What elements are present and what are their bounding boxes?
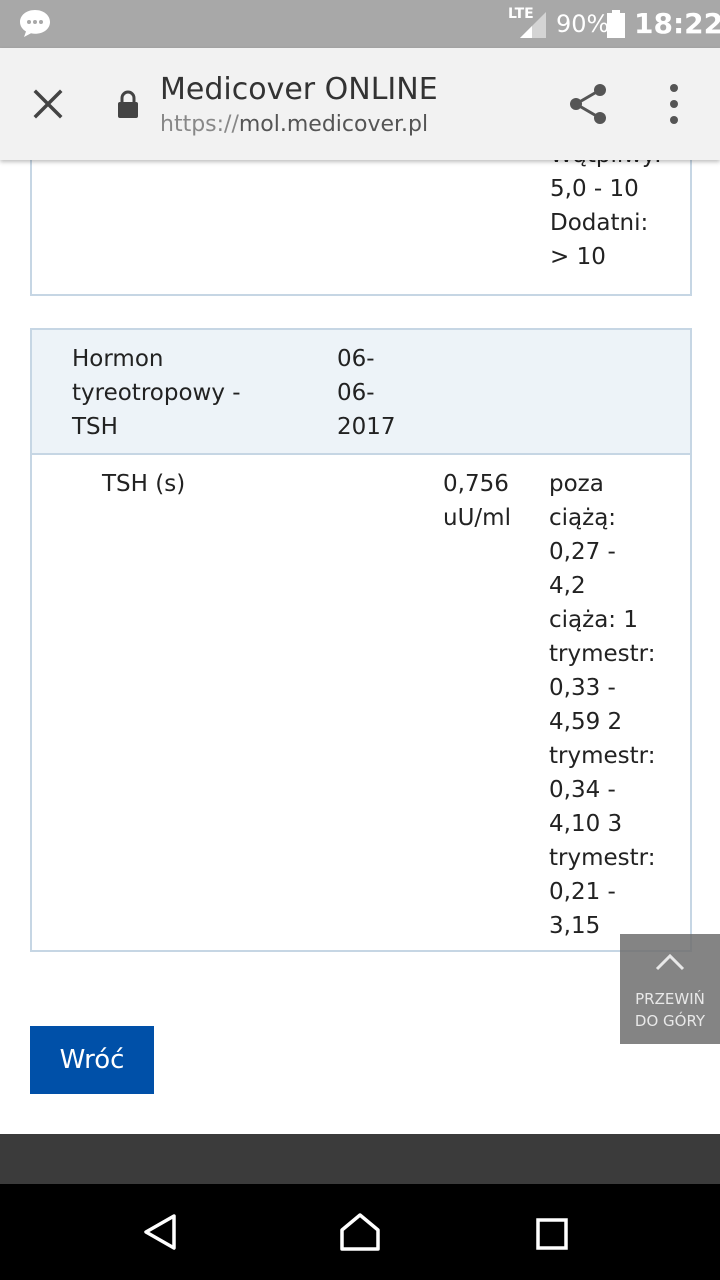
scroll-to-top-line: DO GÓRY	[634, 1012, 706, 1030]
scroll-to-top-label: PRZEWIŃ DO GÓRY	[620, 988, 720, 1032]
recent-apps-icon[interactable]	[536, 1218, 568, 1250]
reference-line: 4,10 3	[549, 811, 623, 837]
test-name-line: TSH	[72, 414, 118, 440]
battery-percent: 90%	[556, 10, 610, 38]
previous-result-card: Wątpliwy: 5,0 - 10 Dodatni: > 10	[30, 160, 692, 296]
browser-toolbar: Medicover ONLINE https://mol.medicover.p…	[0, 48, 720, 160]
battery-icon	[607, 10, 625, 38]
reference-line: 4,59 2	[549, 709, 623, 735]
url-bar[interactable]: https://mol.medicover.pl	[160, 112, 428, 137]
reference-line: trymestr:	[549, 743, 656, 769]
test-header: Hormon tyreotropowy - TSH 06- 06- 2017	[32, 330, 690, 455]
result-value-line: 0,756	[443, 471, 509, 497]
reference-line: 5,0 - 10	[550, 176, 639, 202]
reference-line: > 10	[550, 244, 606, 270]
close-icon[interactable]	[30, 86, 66, 122]
back-icon[interactable]	[140, 1212, 180, 1252]
reference-line: Wątpliwy:	[550, 160, 662, 172]
reference-line: poza	[549, 471, 604, 497]
reference-line: 0,27 -	[549, 539, 616, 565]
reference-line: Dodatni:	[550, 210, 649, 236]
status-bar: LTE 90% 18:22	[0, 0, 720, 48]
reference-line: 4,2	[549, 573, 586, 599]
url-scheme: https://	[160, 112, 239, 137]
reference-line: 0,33 -	[549, 675, 616, 701]
signal-icon	[520, 12, 546, 38]
message-notification-icon	[20, 10, 50, 37]
test-name-line: tyreotropowy -	[72, 380, 241, 406]
test-date-line: 06-	[337, 346, 375, 372]
chevron-up-icon	[655, 953, 685, 971]
reference-line: trymestr:	[549, 845, 656, 871]
url-host: mol.medicover.pl	[238, 112, 429, 137]
reference-line: 0,21 -	[549, 879, 616, 905]
result-value: 0,756 uU/ml	[443, 467, 543, 535]
reference-range: Wątpliwy: 5,0 - 10 Dodatni: > 10	[550, 160, 662, 274]
share-icon[interactable]	[566, 82, 610, 126]
back-button[interactable]: Wróć	[30, 1026, 154, 1094]
test-name-line: Hormon	[72, 346, 164, 372]
reference-line: ciąża: 1	[549, 607, 638, 633]
clock: 18:22	[634, 7, 720, 40]
test-date-line: 2017	[337, 414, 396, 440]
lock-icon[interactable]	[116, 90, 140, 120]
test-name: Hormon tyreotropowy - TSH	[72, 342, 272, 444]
page-title: Medicover ONLINE	[160, 72, 438, 107]
more-options-icon[interactable]	[660, 82, 688, 126]
test-date-line: 06-	[337, 380, 375, 406]
result-unit: uU/ml	[443, 505, 511, 531]
scroll-to-top-line: PRZEWIŃ	[635, 990, 705, 1008]
scroll-to-top-button[interactable]: PRZEWIŃ DO GÓRY	[620, 934, 720, 1044]
reference-line: ciążą:	[549, 505, 617, 531]
test-result-card: Hormon tyreotropowy - TSH 06- 06- 2017 T…	[30, 328, 692, 952]
reference-line: trymestr:	[549, 641, 656, 667]
reference-line: 0,34 -	[549, 777, 616, 803]
home-icon[interactable]	[338, 1212, 382, 1252]
parameter-name: TSH (s)	[102, 471, 186, 497]
page-footer	[0, 1134, 720, 1184]
reference-range: poza ciążą: 0,27 - 4,2 ciąża: 1 trymestr…	[549, 467, 667, 943]
test-date: 06- 06- 2017	[337, 342, 407, 444]
navigation-bar	[0, 1184, 720, 1280]
page-content: Wątpliwy: 5,0 - 10 Dodatni: > 10 Hormon …	[0, 160, 720, 1134]
